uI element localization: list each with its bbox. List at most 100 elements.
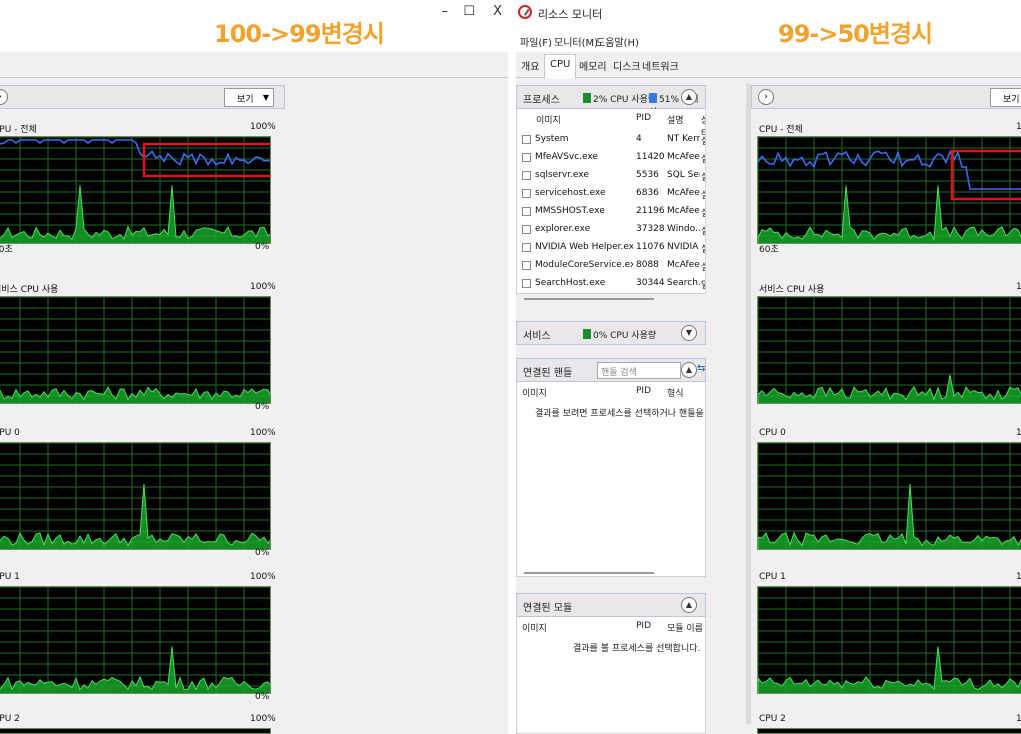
process-image: servicehost.exe (535, 188, 606, 198)
collapse-panel-icon[interactable]: › (0, 89, 8, 105)
row-checkbox[interactable] (522, 189, 531, 198)
tab-cpu[interactable]: CPU (544, 54, 577, 79)
collapse-panel-icon[interactable]: › (758, 89, 774, 105)
row-checkbox[interactable] (522, 279, 531, 288)
col-image[interactable]: 이미지 (536, 113, 561, 126)
handles-title: 연결된 핸들 (523, 368, 573, 379)
menu-file[interactable]: 파일(F) (520, 34, 552, 49)
graph-time-label: 60초 (0, 245, 13, 255)
horizontal-scrollbar[interactable] (524, 298, 654, 300)
graph-plot (0, 587, 270, 693)
menu-monitor[interactable]: 모니터(M) (554, 34, 598, 49)
graph-plot (0, 443, 270, 549)
table-row[interactable]: MfeAVSvc.exe 11420McAfee...실행 중 (517, 149, 705, 167)
table-row[interactable]: servicehost.exe 6836 McAfee...실행 중 (517, 185, 705, 203)
row-checkbox[interactable] (522, 261, 531, 270)
process-pid: 21196 (636, 206, 665, 216)
process-status: 실행 중 (701, 188, 705, 201)
table-row[interactable]: SearchHost.exe 30344Search...일시 중 (517, 275, 705, 293)
view-button[interactable]: 보기▼ (990, 88, 1021, 107)
cpu-graph (757, 442, 1021, 550)
table-row[interactable]: System 4 NT Kern...실행 중 (517, 131, 705, 149)
col-pid[interactable]: PID (636, 621, 651, 631)
cpu-graph (757, 296, 1021, 404)
graph-max-label: 100% (250, 572, 276, 582)
horizontal-scrollbar[interactable] (524, 572, 654, 574)
left-resource-monitor: 리소스 모니터 – ☐ X 파일(F) 모니터(M) 도움말(H) 개요 CPU… (0, 0, 508, 734)
process-status: 실행 중 (701, 206, 705, 219)
image-divider (508, 0, 516, 734)
close-icon[interactable]: X (493, 4, 502, 19)
graph-time-label: 60초 (759, 245, 779, 255)
process-description: NT Kern... (667, 134, 700, 144)
collapse-icon[interactable]: ▲ (681, 89, 697, 105)
process-description: Windo... (667, 224, 700, 234)
col-module-name[interactable]: 모듈 이름 (667, 621, 703, 634)
collapse-icon[interactable]: ▲ (681, 362, 697, 378)
refresh-icon[interactable]: ⇆ (697, 363, 705, 374)
tab-disk[interactable]: 디스크 (613, 58, 641, 73)
modules-empty-message: 결과를 볼 프로세스를 선택합니다. (573, 644, 701, 654)
col-desc[interactable]: 설명 (667, 113, 684, 126)
graph-label: CPU - 전체 (0, 125, 37, 135)
table-row[interactable]: ModuleCoreService.exe8088 McAfee...실행 중 (517, 257, 705, 275)
services-header[interactable]: 서비스 0% CPU 사용량 ▼ (516, 321, 706, 345)
graph-max-label: 100% (250, 428, 276, 438)
modules-header[interactable]: 연결된 모듈 ▲ (516, 593, 706, 617)
col-image[interactable]: 이미지 (522, 621, 547, 634)
table-row[interactable]: NVIDIA Web Helper.exe11076NVIDIA ...실행 중 (517, 239, 705, 257)
process-status: 실행 중 (701, 152, 705, 165)
table-row[interactable]: MMSSHOST.exe 21196McAfee...실행 중 (517, 203, 705, 221)
services-meter-text: 0% CPU 사용량 (593, 331, 657, 341)
collapse-icon[interactable]: ▲ (681, 597, 697, 613)
minimize-icon[interactable]: – (442, 4, 449, 19)
row-checkbox[interactable] (522, 207, 531, 216)
cpu-graph (0, 586, 271, 694)
row-checkbox[interactable] (522, 225, 531, 234)
graph-max-label: 100% (250, 282, 276, 292)
cpu-graph (757, 136, 1021, 244)
graphs-toolbar: › 보기▼ (751, 85, 1021, 109)
process-image: SearchHost.exe (535, 278, 606, 288)
col-image[interactable]: 이미지 (522, 386, 547, 399)
tab-network[interactable]: 네트워크 (642, 58, 679, 73)
annotation-caption: 100->99변경시 (214, 20, 385, 48)
col-type[interactable]: 형식 (667, 386, 684, 399)
row-checkbox[interactable] (522, 243, 531, 252)
process-status: 실행 중 (701, 242, 705, 255)
cpu-usage-area (0, 646, 270, 693)
row-checkbox[interactable] (522, 135, 531, 144)
left-panel: 프로세스 2% CPU 사용량 51% 최대 사... ▲ 이미지 PID 설명… (516, 82, 706, 734)
graph-max-label: 100% (1016, 122, 1021, 132)
menu-help[interactable]: 도움말(H) (596, 34, 639, 49)
graph-plot (0, 137, 270, 243)
handles-header[interactable]: 연결된 핸들 핸들 검색 ⚲ ⇆ ▲ (516, 358, 706, 382)
expand-icon[interactable]: ▼ (681, 325, 697, 341)
graph-plot (0, 297, 270, 403)
process-pid: 8088 (636, 260, 659, 270)
tab-memory[interactable]: 메모리 (579, 58, 607, 73)
graph-label: 서비스 CPU 사용 (759, 285, 825, 295)
maximize-icon[interactable]: ☐ (463, 4, 475, 19)
graphs-toolbar: › 보기▼ (0, 85, 285, 109)
col-pid[interactable]: PID (636, 386, 651, 396)
process-pid: 11420 (636, 152, 665, 162)
view-button[interactable]: 보기▼ (224, 88, 274, 107)
processes-header[interactable]: 프로세스 2% CPU 사용량 51% 최대 사... ▲ (516, 85, 706, 118)
row-checkbox[interactable] (522, 171, 531, 180)
process-status: 실행 중 (701, 260, 705, 273)
process-status: 실행 중 (701, 134, 705, 147)
cpu-graph (757, 586, 1021, 694)
table-row[interactable]: explorer.exe 37328Windo...실행 중 (517, 221, 705, 239)
graph-min-label: 0% (255, 692, 270, 702)
tab-overview[interactable]: 개요 (521, 58, 539, 73)
table-row[interactable]: sqlservr.exe 5536 SQL Ser...실행 중 (517, 167, 705, 185)
handle-search-input[interactable]: 핸들 검색 (597, 362, 681, 379)
app-icon[interactable] (518, 5, 532, 19)
processes-title: 프로세스 (523, 95, 560, 106)
col-pid[interactable]: PID (636, 113, 651, 123)
row-checkbox[interactable] (522, 153, 531, 162)
graph-plot (758, 443, 1021, 549)
graphs-panel: › 보기▼ CPU - 전체100%0%60초서비스 CPU 사용100%0%C… (751, 82, 1021, 734)
cpu-graph (757, 728, 1021, 734)
